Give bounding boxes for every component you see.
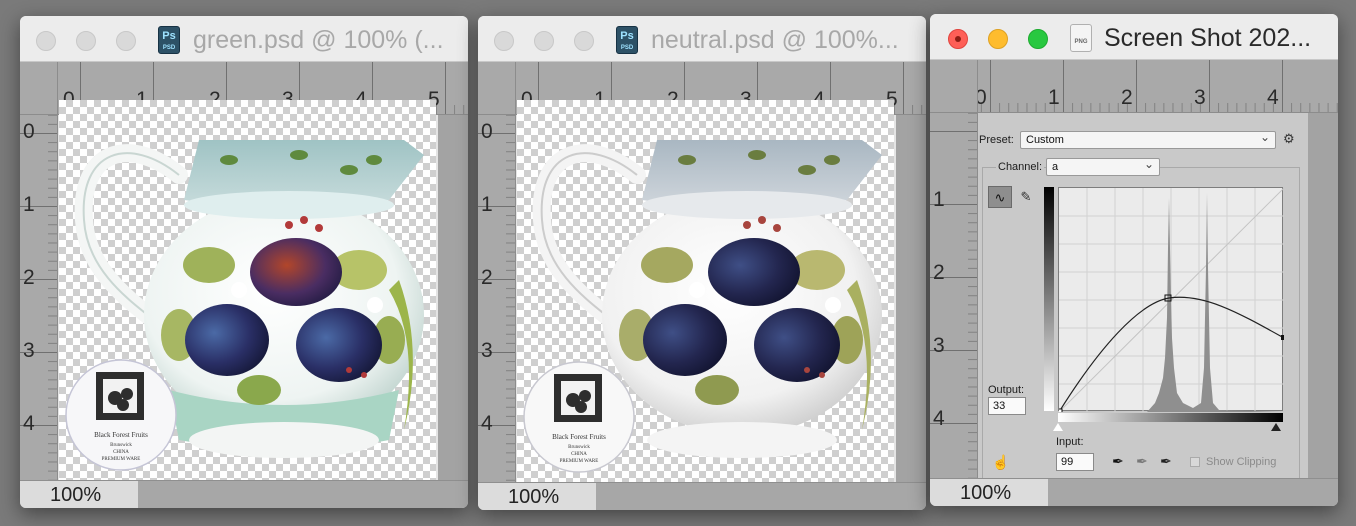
svg-text:CHINA: CHINA bbox=[571, 452, 587, 457]
ruler-label: 4 bbox=[1267, 86, 1279, 109]
channel-dropdown[interactable]: a bbox=[1046, 157, 1160, 176]
white-eyedropper-icon[interactable]: ✒ bbox=[1160, 453, 1172, 470]
channel-label: Channel: bbox=[996, 161, 1045, 173]
vertical-ruler[interactable]: 0 1 2 3 4 5 bbox=[20, 62, 58, 480]
document-canvas[interactable]: Black Forest Fruits Brunswick CHINA PREM… bbox=[517, 100, 894, 482]
ruler-label: 2 bbox=[1121, 86, 1133, 109]
input-gradient-bar bbox=[1058, 413, 1283, 422]
title-bar[interactable]: PNG Screen Shot 202... bbox=[930, 14, 1338, 60]
close-button[interactable] bbox=[494, 31, 514, 51]
input-field[interactable]: 99 bbox=[1056, 453, 1094, 471]
ruler-label: 3 bbox=[23, 339, 35, 362]
curves-panel: Preset: Custom ⚙ Channel: a ∿ ✎ Output: … bbox=[978, 113, 1308, 480]
zoom-level-field[interactable]: 100% bbox=[20, 481, 138, 508]
window-title: neutral.psd @ 100%... bbox=[651, 26, 899, 54]
jug-image: Black Forest Fruits Brunswick CHINA PREM… bbox=[523, 140, 882, 473]
horizontal-ruler[interactable]: 0 1 2 3 4 bbox=[952, 60, 1338, 113]
ruler-label: 1 bbox=[933, 188, 945, 211]
document-canvas[interactable]: Black Forest Fruits Brunswick CHINA PREM… bbox=[59, 100, 436, 480]
png-file-icon: PNG bbox=[1070, 24, 1092, 52]
ruler-label: 3 bbox=[1194, 86, 1206, 109]
ruler-label: 0 bbox=[23, 120, 35, 143]
show-clipping-label: Show Clipping bbox=[1206, 456, 1277, 468]
svg-text:Brunswick: Brunswick bbox=[110, 443, 132, 448]
output-field[interactable]: 33 bbox=[988, 397, 1026, 415]
ruler-label: 4 bbox=[481, 412, 493, 435]
preset-label: Preset: bbox=[979, 134, 1014, 146]
ruler-label: 1 bbox=[481, 193, 493, 216]
ruler-label: 1 bbox=[23, 193, 35, 216]
vertical-scrollbar[interactable] bbox=[896, 115, 926, 482]
svg-text:Black Forest Fruits: Black Forest Fruits bbox=[94, 431, 148, 439]
input-label: Input: bbox=[1056, 436, 1084, 448]
title-bar[interactable]: Ps PSD green.psd @ 100% (... bbox=[20, 16, 468, 62]
zoom-button[interactable] bbox=[116, 31, 136, 51]
gear-icon[interactable]: ⚙ bbox=[1283, 131, 1295, 147]
zoom-button[interactable] bbox=[1028, 29, 1048, 49]
minimize-button[interactable] bbox=[534, 31, 554, 51]
ruler-label: 3 bbox=[933, 334, 945, 357]
close-button[interactable] bbox=[36, 31, 56, 51]
zoom-level-field[interactable]: 100% bbox=[478, 483, 596, 510]
ruler-label: 1 bbox=[1048, 86, 1060, 109]
jug-image: Black Forest Fruits Brunswick CHINA PREM… bbox=[65, 140, 424, 471]
curve-plot bbox=[1059, 188, 1284, 412]
vertical-scrollbar[interactable] bbox=[438, 115, 468, 480]
ruler-corner[interactable] bbox=[20, 62, 58, 115]
show-clipping-checkbox[interactable] bbox=[1190, 457, 1200, 467]
close-button[interactable] bbox=[948, 29, 968, 49]
svg-text:Brunswick: Brunswick bbox=[568, 445, 590, 450]
ruler-corner[interactable] bbox=[478, 62, 516, 115]
svg-text:Black Forest Fruits: Black Forest Fruits bbox=[552, 433, 606, 441]
minimize-button[interactable] bbox=[76, 31, 96, 51]
zoom-level-field[interactable]: 100% bbox=[930, 479, 1048, 506]
status-bar: 100% bbox=[478, 482, 926, 510]
window-title: green.psd @ 100% (... bbox=[193, 26, 444, 54]
vertical-ruler[interactable]: 0 1 2 3 4 5 bbox=[478, 62, 516, 482]
ruler-label: 2 bbox=[481, 266, 493, 289]
ruler-corner[interactable] bbox=[930, 60, 978, 113]
document-window-neutral: PsPSD neutral.psd @ 100%... 0 1 2 3 4 5 … bbox=[478, 16, 926, 510]
vertical-scrollbar[interactable] bbox=[1308, 113, 1338, 478]
white-point-slider[interactable] bbox=[1271, 423, 1281, 431]
preset-dropdown[interactable]: Custom bbox=[1020, 130, 1276, 149]
ruler-label: 4 bbox=[23, 412, 35, 435]
svg-text:PREMIUM WARE: PREMIUM WARE bbox=[102, 457, 141, 462]
ruler-label: 2 bbox=[23, 266, 35, 289]
status-bar: 100% bbox=[20, 480, 468, 508]
pencil-icon[interactable]: ✎ bbox=[1014, 186, 1038, 208]
hand-target-icon[interactable]: ☝ bbox=[992, 454, 1009, 471]
psd-file-icon: Ps PSD bbox=[616, 26, 638, 54]
curve-point-tool[interactable]: ∿ bbox=[988, 186, 1012, 208]
screenshot-window: PNG Screen Shot 202... 0 1 2 3 4 1 2 3 4… bbox=[930, 14, 1338, 506]
status-bar: 100% bbox=[930, 478, 1338, 506]
window-title: Screen Shot 202... bbox=[1104, 24, 1312, 52]
psd-file-icon: Ps PSD bbox=[158, 26, 180, 54]
zoom-button[interactable] bbox=[574, 31, 594, 51]
curves-graph[interactable] bbox=[1058, 187, 1284, 412]
black-eyedropper-icon[interactable]: ✒ bbox=[1112, 453, 1124, 470]
ruler-label: 0 bbox=[481, 120, 493, 143]
title-bar[interactable]: Ps PSD neutral.psd @ 100%... bbox=[478, 16, 926, 62]
gray-eyedropper-icon[interactable]: ✒ bbox=[1136, 453, 1148, 470]
vertical-ruler[interactable]: 1 2 3 4 bbox=[930, 60, 978, 478]
output-gradient-bar bbox=[1044, 187, 1054, 411]
svg-text:PREMIUM WARE: PREMIUM WARE bbox=[560, 459, 599, 464]
minimize-button[interactable] bbox=[988, 29, 1008, 49]
output-label: Output: bbox=[988, 384, 1025, 396]
ruler-label: 3 bbox=[481, 339, 493, 362]
black-point-slider[interactable] bbox=[1053, 423, 1063, 431]
document-window-green: PsPSD green.psd @ 100% (... 0 1 2 3 4 5 … bbox=[20, 16, 468, 508]
ruler-label: 4 bbox=[933, 407, 945, 430]
ruler-label: 2 bbox=[933, 261, 945, 284]
svg-text:CHINA: CHINA bbox=[113, 450, 129, 455]
